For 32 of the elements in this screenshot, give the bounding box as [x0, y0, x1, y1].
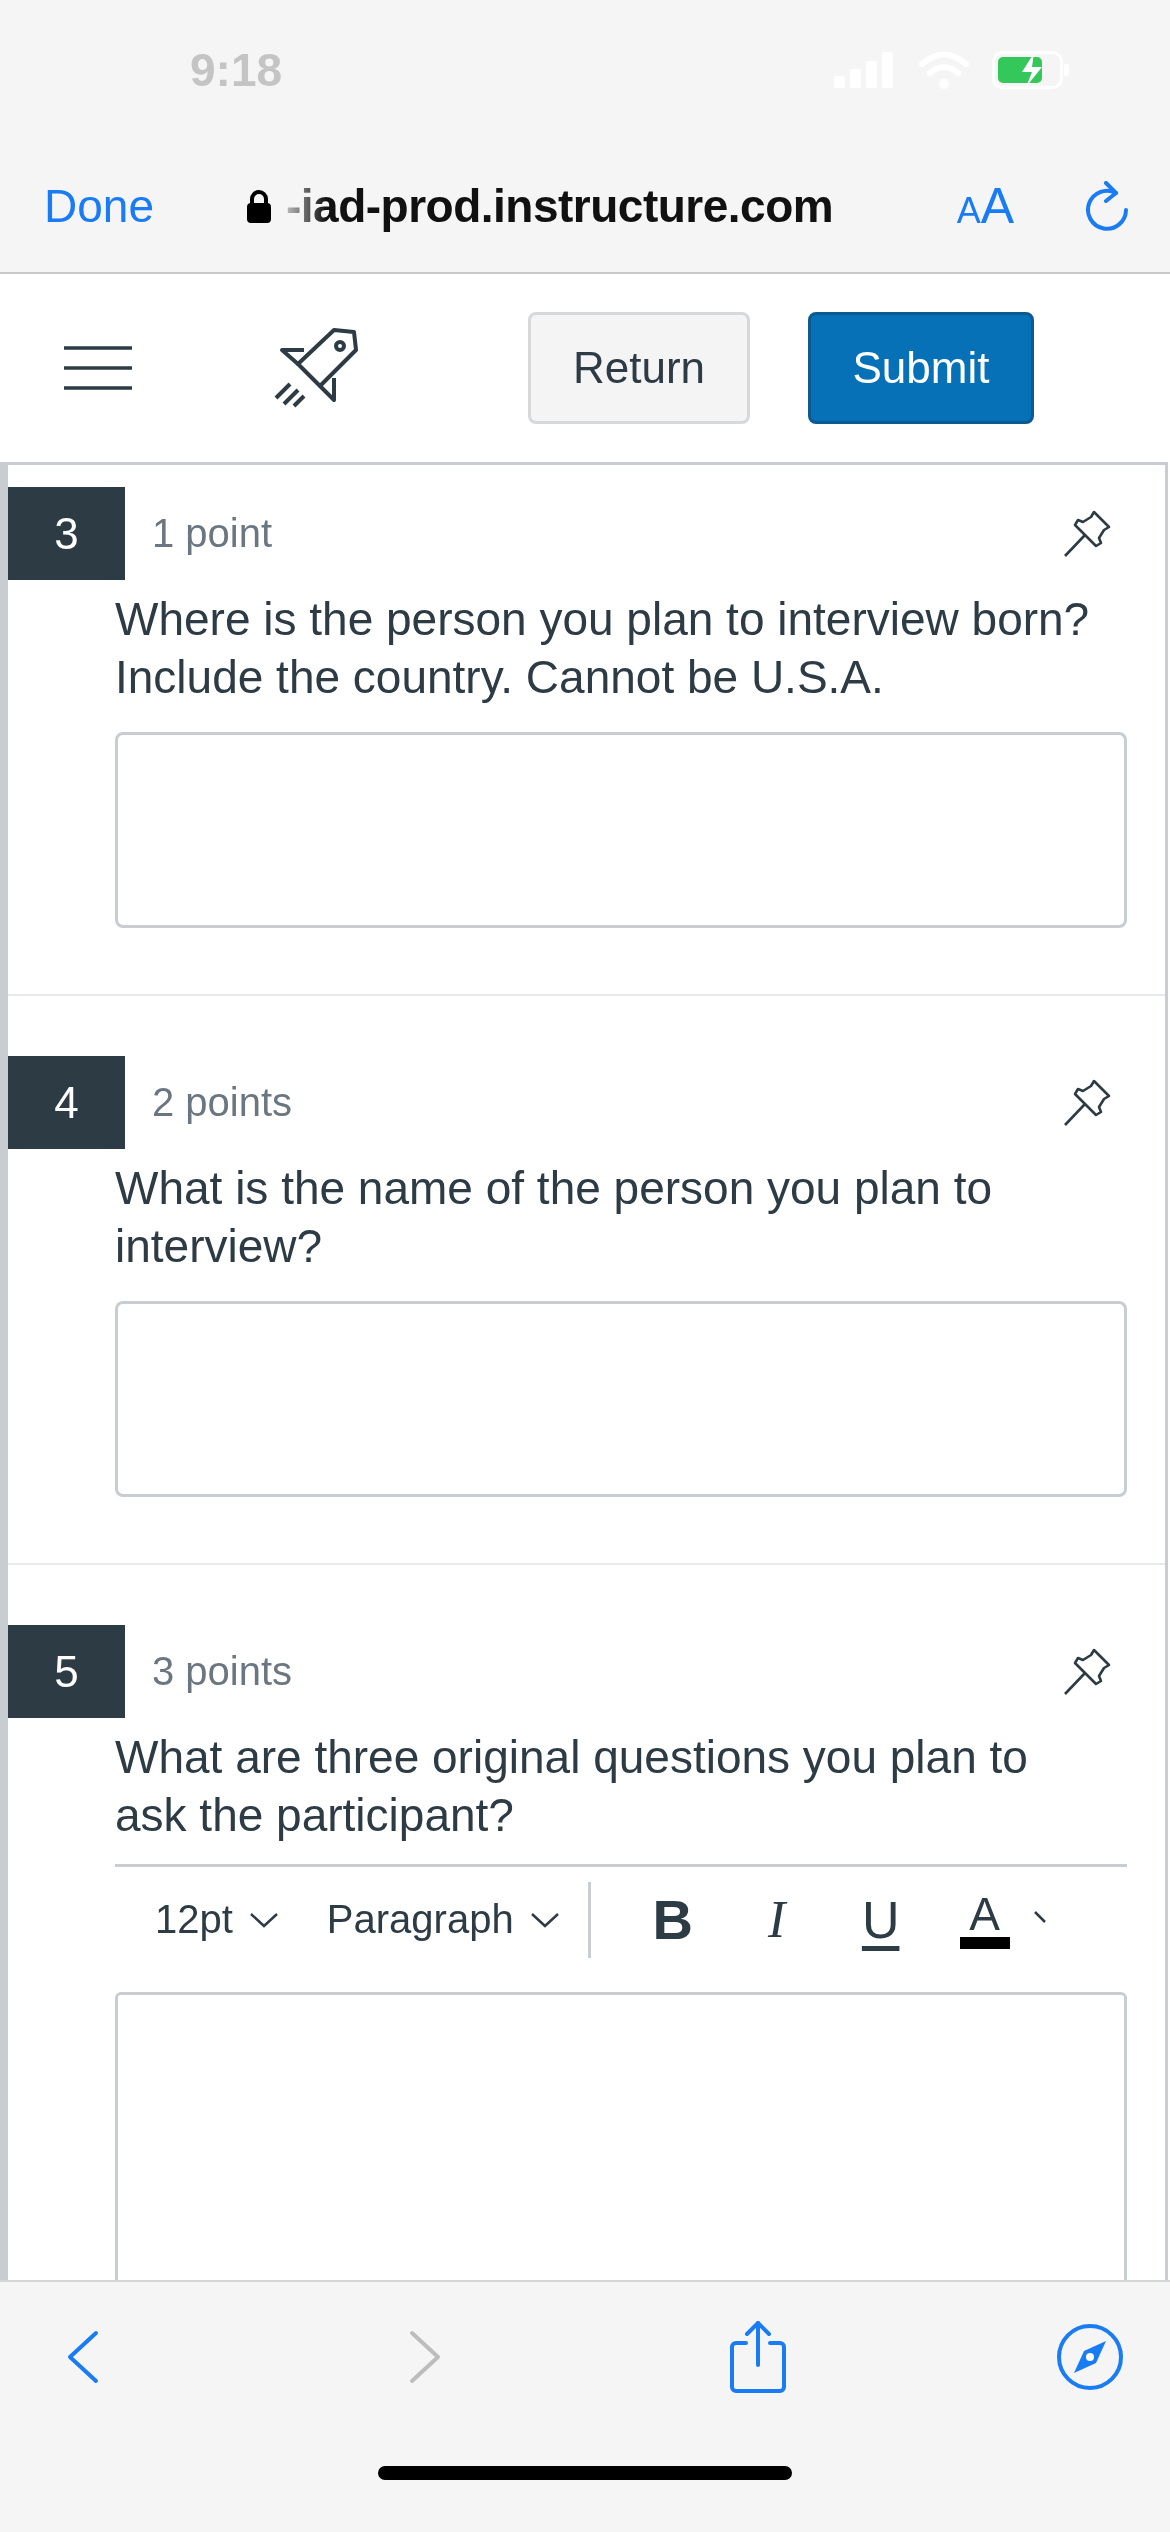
menu-icon[interactable]: [64, 346, 132, 390]
battery-icon: [992, 51, 1070, 89]
share-icon[interactable]: [728, 2319, 788, 2395]
underline-button[interactable]: U: [828, 1893, 933, 1946]
submit-button[interactable]: Submit: [808, 312, 1034, 424]
reload-icon[interactable]: [1084, 181, 1130, 231]
question-text: What is the name of the person you plan to interview?: [115, 1161, 994, 1274]
back-icon[interactable]: [66, 2330, 100, 2384]
points-label: 1 point: [152, 511, 273, 556]
compass-icon[interactable]: [1056, 2323, 1124, 2391]
bold-button[interactable]: B: [620, 1891, 725, 1948]
points-label: 2 points: [152, 1080, 293, 1125]
question-number: 4: [8, 1056, 125, 1149]
answer-field[interactable]: [115, 1301, 1127, 1497]
chevron-down-icon: [248, 1910, 279, 1929]
text-color-button[interactable]: A: [959, 1890, 1010, 1949]
italic-button[interactable]: I: [724, 1893, 829, 1946]
points-label: 3 points: [152, 1649, 293, 1694]
chevron-down-icon: [529, 1910, 560, 1929]
return-button[interactable]: Return: [528, 312, 750, 424]
font-size-dropdown[interactable]: 12pt: [141, 1897, 293, 1942]
question-text: Where is the person you plan to interview born? Include the country. Cannot be U.S.A.: [115, 592, 1091, 705]
url-address[interactable]: -iad-prod.instructure.com: [285, 179, 834, 233]
answer-field[interactable]: [115, 732, 1127, 928]
rocket-icon[interactable]: [274, 326, 358, 410]
done-button[interactable]: Done: [44, 179, 154, 233]
question-number: 3: [8, 487, 125, 580]
text-size-button[interactable]: AA: [956, 177, 1014, 235]
question-number: 5: [8, 1625, 125, 1718]
paragraph-dropdown[interactable]: Paragraph: [312, 1897, 574, 1942]
question-text: What are three original questions you plan to ask the participant?: [115, 1730, 1029, 1843]
lock-icon: [245, 189, 272, 223]
